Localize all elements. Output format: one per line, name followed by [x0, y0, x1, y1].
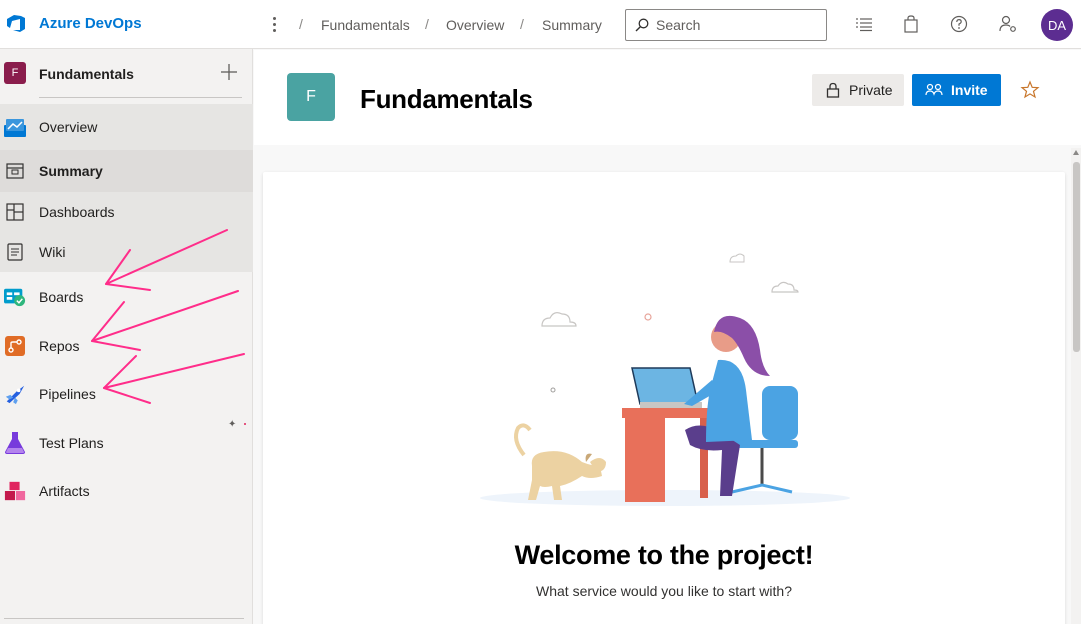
dashboards-icon: [4, 201, 26, 223]
lock-icon: [826, 82, 840, 98]
repos-icon: [4, 335, 26, 357]
more-actions-icon[interactable]: [266, 12, 282, 36]
welcome-title: Welcome to the project!: [514, 540, 814, 570]
search-input[interactable]: [656, 15, 816, 35]
invite-people-icon: [925, 83, 943, 96]
brand-link[interactable]: Azure DevOps: [6, 13, 142, 33]
sidebar-item-label: Repos: [39, 338, 80, 354]
sidebar-item-artifacts[interactable]: Artifacts: [0, 468, 253, 514]
marketplace-bag-icon[interactable]: [902, 15, 920, 33]
private-button[interactable]: Private: [812, 74, 904, 106]
azure-devops-logo-icon: [7, 15, 25, 32]
settings-list-icon[interactable]: [855, 15, 873, 33]
sidebar-item-summary[interactable]: Summary: [0, 150, 253, 192]
sparkle-icon: ✦: [228, 419, 237, 430]
sidebar-item-label: Overview: [39, 119, 98, 135]
breadcrumb-separator: /: [425, 16, 429, 32]
summary-icon: [4, 160, 26, 182]
brand-name: Azure DevOps: [39, 14, 142, 32]
sidebar: F Fundamentals Overview Summary Dashboar…: [0, 49, 253, 624]
sidebar-item-overview[interactable]: Overview: [0, 104, 253, 150]
breadcrumb-project[interactable]: Fundamentals: [321, 17, 410, 33]
sidebar-item-label: Summary: [39, 163, 103, 179]
project-switcher[interactable]: F Fundamentals: [0, 49, 253, 101]
boards-icon: [4, 286, 26, 308]
pipelines-icon: [4, 383, 26, 405]
divider: [39, 97, 242, 98]
sidebar-item-wiki[interactable]: Wiki: [0, 232, 253, 272]
page-title: Fundamentals: [360, 84, 533, 114]
artifacts-icon: [4, 480, 26, 502]
sidebar-item-repos[interactable]: Repos: [0, 323, 253, 369]
project-badge: F: [4, 62, 26, 84]
sidebar-item-label: Dashboards: [39, 204, 115, 220]
sidebar-item-boards[interactable]: Boards: [0, 274, 253, 320]
user-settings-icon[interactable]: [999, 15, 1017, 33]
sidebar-item-label: Boards: [39, 289, 84, 305]
breadcrumb-overview[interactable]: Overview: [446, 17, 504, 33]
plus-icon[interactable]: [220, 63, 238, 81]
test-plans-icon: [4, 432, 26, 454]
star-icon[interactable]: [1020, 80, 1040, 100]
breadcrumb-separator: /: [299, 16, 303, 32]
search-icon: [635, 18, 649, 32]
sidebar-item-label: Pipelines: [39, 386, 96, 402]
welcome-subtitle: What service would you like to start wit…: [536, 583, 792, 599]
wiki-icon: [4, 241, 26, 263]
breadcrumb-separator: /: [520, 16, 524, 32]
overview-icon: [4, 116, 26, 138]
sidebar-item-test-plans[interactable]: Test Plans: [0, 420, 253, 466]
invite-button[interactable]: Invite: [912, 74, 1001, 106]
scroll-up-arrow-icon[interactable]: [1073, 150, 1079, 155]
private-button-label: Private: [849, 82, 893, 98]
breadcrumb-summary[interactable]: Summary: [542, 17, 602, 33]
invite-button-label: Invite: [951, 82, 988, 98]
project-avatar: F: [287, 73, 335, 121]
sidebar-item-dashboards[interactable]: Dashboards: [0, 192, 253, 232]
search-box[interactable]: [625, 9, 827, 41]
sidebar-item-label: Test Plans: [39, 435, 104, 451]
sidebar-item-label: Artifacts: [39, 483, 90, 499]
top-bar: Azure DevOps / Fundamentals / Overview /…: [0, 0, 1081, 49]
welcome-illustration: [480, 253, 850, 506]
project-name: Fundamentals: [39, 66, 134, 82]
avatar[interactable]: DA: [1041, 9, 1073, 41]
sidebar-item-pipelines[interactable]: Pipelines: [0, 371, 253, 417]
sidebar-item-label: Wiki: [39, 244, 66, 260]
decoration-dot: [244, 423, 246, 425]
scrollbar-thumb[interactable]: [1073, 162, 1080, 352]
help-icon[interactable]: [950, 15, 968, 33]
divider: [4, 618, 244, 619]
